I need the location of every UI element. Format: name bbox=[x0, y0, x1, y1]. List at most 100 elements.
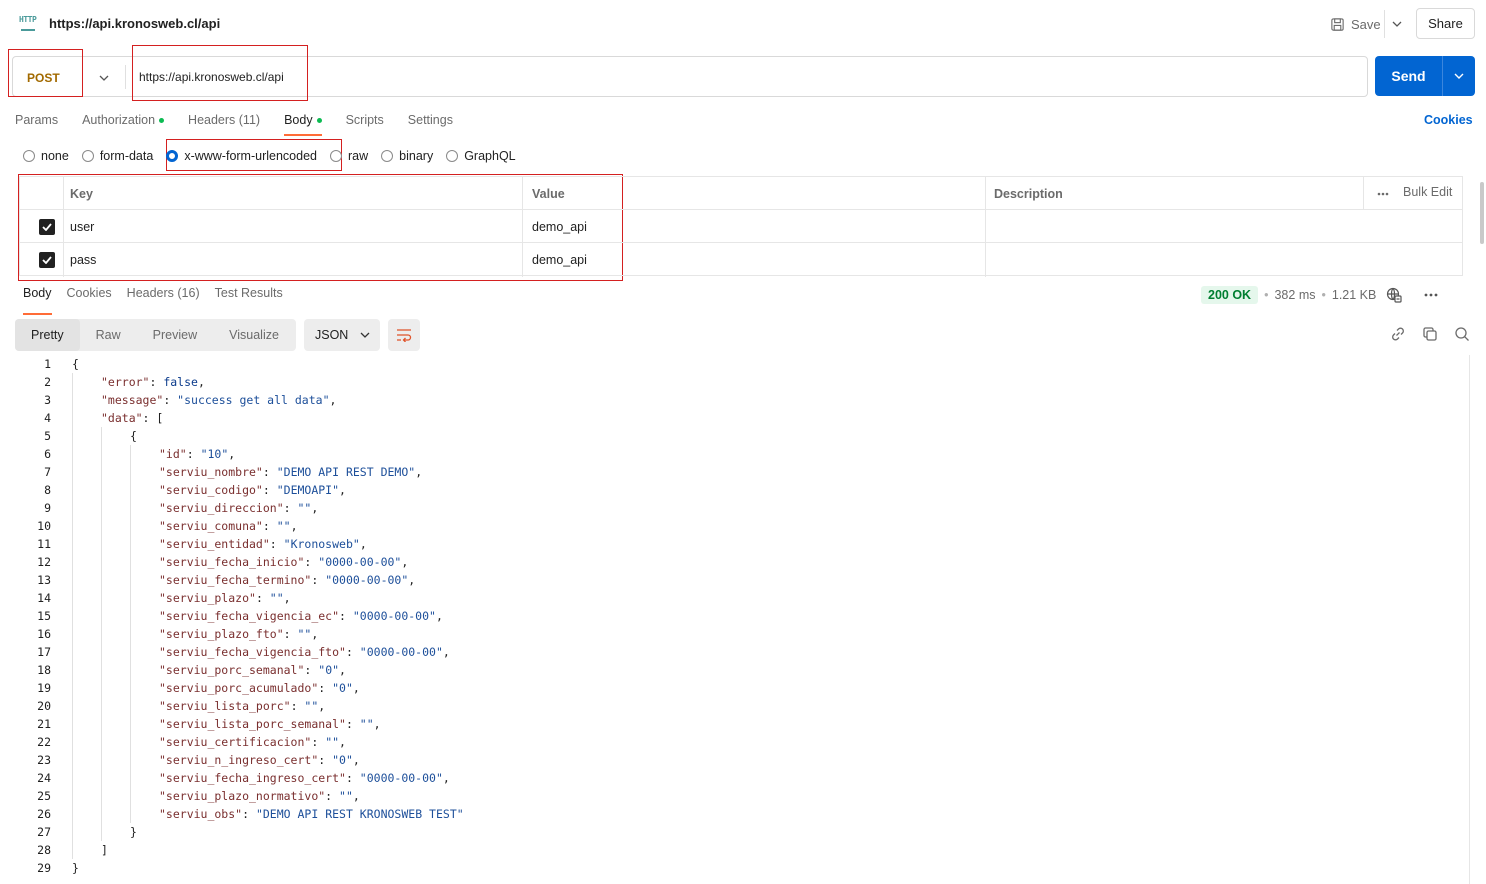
tab-params[interactable]: Params bbox=[15, 110, 58, 130]
bulk-edit-group: Bulk Edit bbox=[1377, 185, 1452, 199]
json-punctuation: : bbox=[290, 699, 305, 713]
save-options-button[interactable] bbox=[1384, 10, 1408, 38]
code-line: 1{ bbox=[0, 355, 1470, 373]
request-title[interactable]: https://api.kronosweb.cl/api bbox=[49, 16, 220, 31]
http-icon: HTTP bbox=[19, 15, 37, 31]
json-punctuation: : bbox=[304, 663, 319, 677]
json-key: "serviu_fecha_ingreso_cert" bbox=[159, 771, 346, 785]
json-key: "serviu_fecha_vigencia_fto" bbox=[159, 645, 346, 659]
view-pretty[interactable]: Pretty bbox=[15, 319, 80, 351]
view-preview[interactable]: Preview bbox=[137, 319, 213, 351]
param-key[interactable]: user bbox=[70, 210, 94, 243]
line-number: 9 bbox=[44, 501, 51, 515]
code-content: ] bbox=[101, 841, 108, 859]
more-options-icon[interactable] bbox=[1377, 185, 1389, 199]
response-tab-cookies[interactable]: Cookies bbox=[67, 286, 112, 306]
radio-binary[interactable]: binary bbox=[381, 148, 433, 164]
json-punctuation: ] bbox=[101, 843, 108, 857]
save-button[interactable]: Save bbox=[1322, 10, 1389, 38]
bulk-edit-button[interactable]: Bulk Edit bbox=[1403, 185, 1452, 199]
send-button[interactable]: Send bbox=[1375, 56, 1475, 96]
response-tab-headers[interactable]: Headers (16) bbox=[127, 286, 200, 306]
cookies-link[interactable]: Cookies bbox=[1424, 113, 1473, 127]
radio-x-www-form-urlencoded[interactable]: x-www-form-urlencoded bbox=[166, 148, 317, 164]
share-button[interactable]: Share bbox=[1416, 8, 1475, 39]
json-punctuation: , bbox=[329, 393, 337, 407]
json-punctuation: : bbox=[345, 771, 360, 785]
code-line: 10 "serviu_comuna": "", bbox=[0, 517, 1470, 535]
link-icon[interactable] bbox=[1390, 326, 1406, 342]
line-number: 22 bbox=[37, 735, 51, 749]
response-tab-body[interactable]: Body bbox=[23, 286, 52, 315]
response-tab-test[interactable]: Test Results bbox=[215, 286, 283, 306]
code-content: "serviu_obs": "DEMO API REST KRONOSWEB T… bbox=[159, 805, 464, 823]
tab-settings[interactable]: Settings bbox=[408, 110, 453, 130]
tab-headers[interactable]: Headers (11) bbox=[188, 110, 260, 130]
tab-scripts[interactable]: Scripts bbox=[346, 110, 384, 130]
tab-body[interactable]: Body bbox=[284, 110, 322, 136]
json-key: "serviu_plazo" bbox=[159, 591, 256, 605]
radio-none[interactable]: none bbox=[23, 148, 69, 164]
json-punctuation: , bbox=[442, 771, 450, 785]
format-label: JSON bbox=[315, 328, 349, 342]
json-key: "serviu_obs" bbox=[159, 807, 243, 821]
search-icon[interactable] bbox=[1454, 326, 1470, 342]
chevron-down-icon[interactable] bbox=[99, 69, 109, 84]
line-number: 15 bbox=[37, 609, 51, 623]
save-response-icon[interactable] bbox=[1386, 287, 1402, 303]
response-time[interactable]: 382 ms bbox=[1274, 288, 1315, 302]
line-number: 3 bbox=[44, 393, 51, 407]
json-punctuation: : bbox=[345, 645, 360, 659]
json-punctuation: : bbox=[255, 591, 270, 605]
param-value[interactable]: demo_api bbox=[532, 210, 587, 243]
view-mode-group: Pretty Raw Preview Visualize bbox=[15, 319, 296, 351]
status-badge[interactable]: 200 OK bbox=[1201, 286, 1259, 304]
send-options-button[interactable] bbox=[1443, 56, 1475, 96]
json-key: "message" bbox=[101, 393, 164, 407]
code-content: "serviu_plazo_fto": "", bbox=[159, 625, 318, 643]
row-checkbox[interactable] bbox=[39, 210, 55, 243]
method-select[interactable]: POST bbox=[27, 71, 60, 85]
code-content: "serviu_fecha_vigencia_ec": "0000-00-00"… bbox=[159, 607, 443, 625]
json-key: "serviu_porc_acumulado" bbox=[159, 681, 319, 695]
code-content: "serviu_codigo": "DEMOAPI", bbox=[159, 481, 346, 499]
json-string: "0000-00-00" bbox=[318, 555, 402, 569]
format-select[interactable]: JSON bbox=[304, 319, 380, 351]
radio-label: binary bbox=[399, 149, 434, 163]
table-row: pass demo_api bbox=[20, 243, 1462, 276]
wrap-lines-button[interactable] bbox=[388, 319, 420, 351]
column-divider bbox=[1363, 177, 1364, 210]
send-label[interactable]: Send bbox=[1375, 56, 1442, 96]
radio-raw[interactable]: raw bbox=[330, 148, 368, 164]
json-string: "DEMOAPI" bbox=[276, 483, 340, 497]
more-options-icon[interactable] bbox=[1424, 293, 1438, 297]
code-line: 16 "serviu_plazo_fto": "", bbox=[0, 625, 1470, 643]
line-number: 17 bbox=[37, 645, 51, 659]
value-column-header: Value bbox=[532, 186, 565, 201]
code-line: 15 "serviu_fecha_vigencia_ec": "0000-00-0… bbox=[0, 607, 1470, 625]
code-line: 21 "serviu_lista_porc_semanal": "", bbox=[0, 715, 1470, 733]
param-value[interactable]: demo_api bbox=[532, 243, 587, 276]
code-line: 8 "serviu_codigo": "DEMOAPI", bbox=[0, 481, 1470, 499]
url-input[interactable]: https://api.kronosweb.cl/api bbox=[139, 70, 284, 84]
tab-authorization[interactable]: Authorization bbox=[82, 110, 165, 130]
radio-form-data[interactable]: form-data bbox=[81, 148, 153, 164]
radio-graphql[interactable]: GraphQL bbox=[446, 148, 516, 164]
json-punctuation: : bbox=[283, 501, 298, 515]
param-key[interactable]: pass bbox=[70, 243, 96, 276]
json-key: "serviu_fecha_termino" bbox=[159, 573, 312, 587]
code-line: 3 "message": "success get all data", bbox=[0, 391, 1470, 409]
code-scrollbar-track[interactable] bbox=[1469, 355, 1470, 884]
scrollbar[interactable] bbox=[1480, 182, 1484, 244]
json-punctuation: , bbox=[290, 519, 298, 533]
view-visualize[interactable]: Visualize bbox=[213, 319, 295, 351]
tab-label: Authorization bbox=[82, 113, 156, 127]
code-line: 12 "serviu_fecha_inicio": "0000-00-00", bbox=[0, 553, 1470, 571]
response-body-code[interactable]: 1{2 "error": false, 3 "message": "success g… bbox=[0, 355, 1470, 884]
row-checkbox[interactable] bbox=[39, 243, 55, 276]
response-size[interactable]: 1.21 KB bbox=[1332, 288, 1376, 302]
separator-dot: • bbox=[1321, 288, 1326, 302]
copy-icon[interactable] bbox=[1422, 326, 1438, 342]
json-key: "serviu_lista_porc_semanal" bbox=[159, 717, 346, 731]
view-raw[interactable]: Raw bbox=[80, 319, 137, 351]
